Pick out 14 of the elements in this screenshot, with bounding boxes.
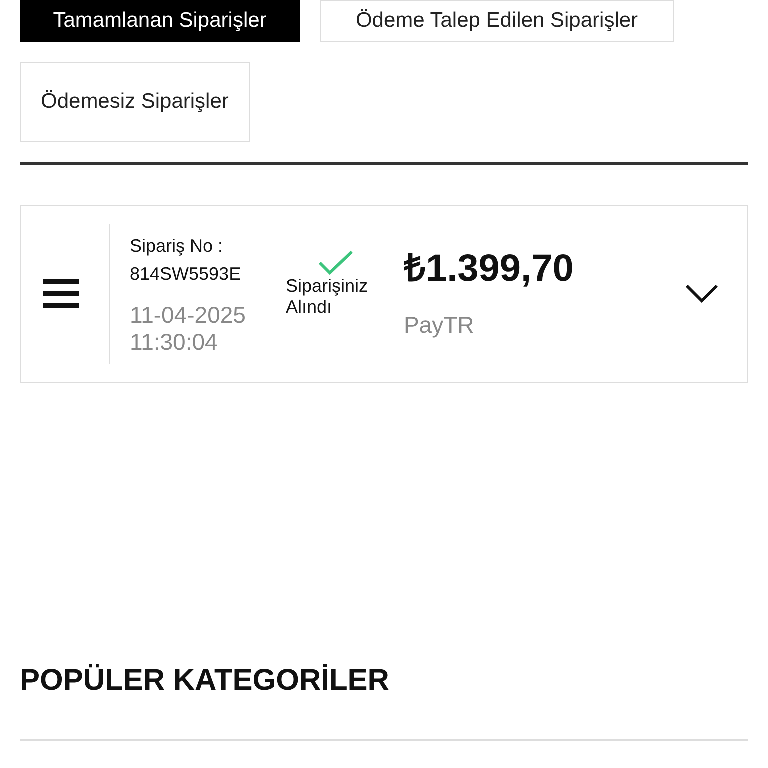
order-date: 11-04-2025 [130, 302, 246, 329]
chevron-down-icon[interactable] [685, 284, 719, 304]
order-number: 814SW5593E [130, 263, 242, 286]
payment-method: PayTR [404, 312, 476, 338]
menu-icon[interactable] [43, 279, 79, 309]
check-icon [318, 250, 354, 276]
order-status: Siparişiniz Alındı [286, 276, 369, 318]
order-time: 11:30:04 [130, 329, 219, 356]
order-tab[interactable]: Ödeme Talep Edilen Siparişler [320, 0, 674, 42]
order-tab[interactable]: Ödemesiz Siparişler [20, 62, 250, 142]
order-price: ₺1.399,70 [404, 246, 574, 292]
order-tab[interactable]: Tamamlanan Siparişler [20, 0, 300, 42]
section-title: POPÜLER KATEGORİLER [20, 663, 390, 699]
order-number-label: Sipariş No : [130, 235, 224, 258]
